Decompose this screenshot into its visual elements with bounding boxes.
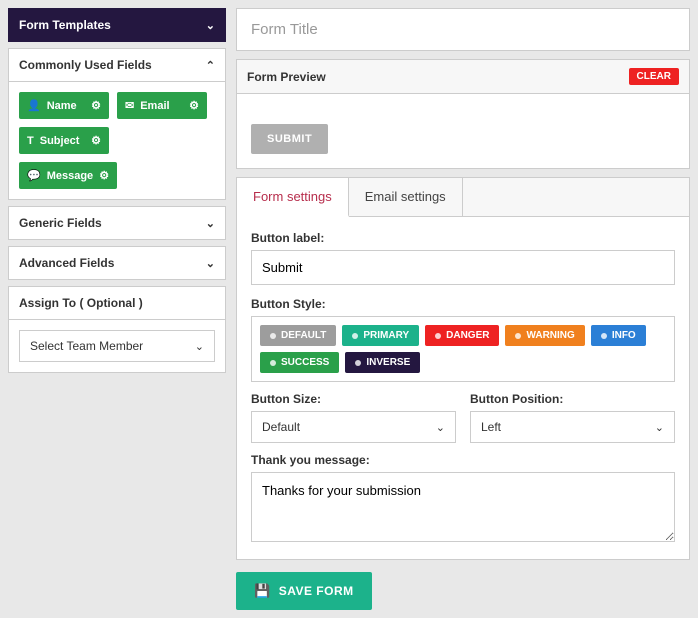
gear-icon: ⚙	[91, 99, 101, 112]
form-preview-label: Form Preview	[247, 70, 326, 84]
field-chip-label: Message	[47, 170, 93, 182]
clear-button[interactable]: CLEAR	[629, 68, 679, 85]
style-option-warning[interactable]: WARNING	[505, 325, 584, 346]
common-fields-panel: Commonly Used Fields ⌃ 👤 Name ⚙ ✉ Email ⚙ T Sub…	[8, 48, 226, 200]
radio-icon	[601, 333, 607, 339]
gear-icon: ⚙	[99, 169, 109, 182]
button-size-select[interactable]: Default ⌄	[251, 411, 456, 443]
form-preview-panel: Form Preview CLEAR SUBMIT	[236, 59, 690, 169]
tab-form-settings[interactable]: Form settings	[237, 178, 349, 217]
style-option-label: INFO	[612, 330, 636, 341]
advanced-fields-label: Advanced Fields	[19, 256, 114, 270]
style-option-label: DANGER	[446, 330, 489, 341]
generic-fields-label: Generic Fields	[19, 216, 102, 230]
style-option-info[interactable]: INFO	[591, 325, 646, 346]
form-title-input[interactable]	[236, 8, 690, 51]
main-area: Form Preview CLEAR SUBMIT Form settings …	[236, 8, 690, 610]
button-position-select[interactable]: Left ⌄	[470, 411, 675, 443]
chevron-up-icon: ⌃	[206, 59, 215, 72]
settings-tabs: Form settings Email settings Button labe…	[236, 177, 690, 560]
radio-icon	[352, 333, 358, 339]
field-icon: T	[27, 135, 34, 147]
button-label-lbl: Button label:	[251, 231, 675, 245]
style-option-label: DEFAULT	[281, 330, 326, 341]
style-option-label: INVERSE	[366, 357, 410, 368]
assign-header: Assign To ( Optional )	[8, 286, 226, 320]
chevron-down-icon: ⌄	[436, 421, 445, 434]
button-size-lbl: Button Size:	[251, 392, 456, 406]
button-position-lbl: Button Position:	[470, 392, 675, 406]
chevron-down-icon: ⌄	[206, 257, 215, 270]
field-chip-message[interactable]: 💬 Message ⚙	[19, 162, 117, 189]
chevron-down-icon: ⌄	[195, 340, 204, 353]
save-icon: 💾	[254, 583, 271, 599]
radio-icon	[270, 360, 276, 366]
chevron-down-icon: ⌄	[655, 421, 664, 434]
common-fields-grid: 👤 Name ⚙ ✉ Email ⚙ T Subject ⚙ 💬 Message ⚙	[19, 92, 215, 189]
form-templates-header[interactable]: Form Templates ⌄	[8, 8, 226, 42]
form-templates-label: Form Templates	[19, 18, 111, 32]
style-option-success[interactable]: SUCCESS	[260, 352, 339, 373]
button-style-options: DEFAULT PRIMARY DANGER WARNING INFO SUCCESS IN…	[251, 316, 675, 382]
field-chip-name[interactable]: 👤 Name ⚙	[19, 92, 109, 119]
style-option-primary[interactable]: PRIMARY	[342, 325, 419, 346]
style-option-label: SUCCESS	[281, 357, 329, 368]
gear-icon: ⚙	[91, 134, 101, 147]
style-option-danger[interactable]: DANGER	[425, 325, 499, 346]
team-member-select[interactable]: Select Team Member ⌄	[19, 330, 215, 362]
thank-you-lbl: Thank you message:	[251, 453, 675, 467]
save-form-label: SAVE FORM	[279, 584, 354, 598]
field-icon: 👤	[27, 99, 41, 112]
thank-you-textarea[interactable]	[251, 472, 675, 542]
radio-icon	[435, 333, 441, 339]
button-position-value: Left	[481, 420, 501, 434]
field-icon: ✉	[125, 99, 134, 112]
sidebar: Form Templates ⌄ Commonly Used Fields ⌃ …	[8, 8, 226, 610]
radio-icon	[515, 333, 521, 339]
button-style-lbl: Button Style:	[251, 297, 675, 311]
assign-label: Assign To ( Optional )	[19, 296, 143, 310]
button-size-value: Default	[262, 420, 300, 434]
field-icon: 💬	[27, 169, 41, 182]
advanced-fields-header[interactable]: Advanced Fields ⌄	[8, 246, 226, 280]
gear-icon: ⚙	[189, 99, 199, 112]
radio-icon	[270, 333, 276, 339]
field-chip-label: Email	[140, 100, 169, 112]
field-chip-subject[interactable]: T Subject ⚙	[19, 127, 109, 154]
team-member-placeholder: Select Team Member	[30, 339, 143, 353]
tab-email-settings[interactable]: Email settings	[349, 178, 463, 216]
style-option-label: PRIMARY	[363, 330, 409, 341]
assign-panel: Assign To ( Optional ) Select Team Membe…	[8, 286, 226, 373]
radio-icon	[355, 360, 361, 366]
field-chip-label: Name	[47, 100, 77, 112]
preview-submit-button[interactable]: SUBMIT	[251, 124, 328, 154]
field-chip-label: Subject	[40, 135, 80, 147]
save-form-button[interactable]: 💾 SAVE FORM	[236, 572, 372, 610]
style-option-inverse[interactable]: INVERSE	[345, 352, 420, 373]
common-fields-header[interactable]: Commonly Used Fields ⌃	[8, 48, 226, 82]
button-label-input[interactable]	[251, 250, 675, 285]
field-chip-email[interactable]: ✉ Email ⚙	[117, 92, 207, 119]
common-fields-label: Commonly Used Fields	[19, 58, 152, 72]
chevron-down-icon: ⌄	[206, 217, 215, 230]
generic-fields-header[interactable]: Generic Fields ⌄	[8, 206, 226, 240]
style-option-label: WARNING	[526, 330, 574, 341]
style-option-default[interactable]: DEFAULT	[260, 325, 336, 346]
chevron-down-icon: ⌄	[206, 19, 215, 32]
